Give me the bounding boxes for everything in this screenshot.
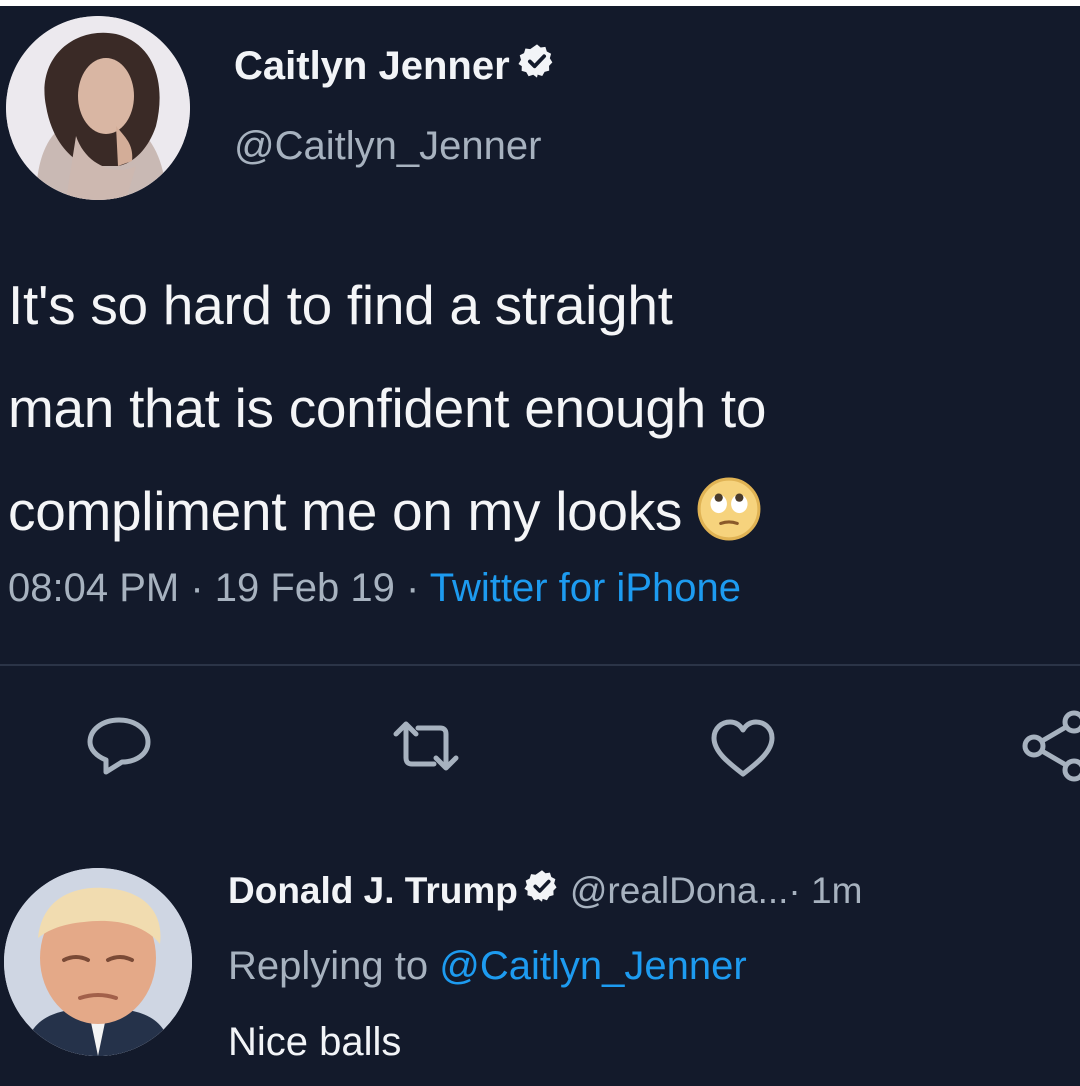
author-avatar[interactable]: [6, 16, 190, 200]
rolling-eyes-emoji-icon: [696, 472, 762, 575]
tweet-text-line: compliment me on my looks: [8, 460, 1080, 575]
reply-author-handle[interactable]: @realDona...: [570, 870, 789, 912]
verified-badge-icon: [518, 42, 556, 90]
tweet-date: 19 Feb 19: [214, 566, 395, 610]
tweet-text-line-content: compliment me on my looks: [8, 480, 683, 542]
replying-to-mention[interactable]: @Caitlyn_Jenner: [439, 944, 746, 988]
reply-author-name[interactable]: Donald J. Trump: [228, 870, 518, 912]
share-icon[interactable]: [1020, 710, 1080, 787]
tweet-text-line: man that is confident enough to: [8, 377, 767, 439]
author-name[interactable]: Caitlyn Jenner: [234, 42, 556, 90]
reply-header: Donald J. Trump @realDona... · 1m: [228, 868, 862, 913]
reply-icon[interactable]: [84, 714, 154, 781]
reply-text: Nice balls: [228, 1020, 402, 1064]
divider: [0, 664, 1080, 666]
tweet-meta: 08:04 PM · 19 Feb 19 · Twitter for iPhon…: [8, 566, 741, 611]
author-handle[interactable]: @Caitlyn_Jenner: [234, 124, 541, 169]
tweet-text-line: It's so hard to find a straight: [8, 274, 673, 336]
tweet-time: 08:04 PM: [8, 566, 180, 610]
author-name-text: Caitlyn Jenner: [234, 43, 510, 88]
retweet-icon[interactable]: [386, 720, 466, 777]
tweet-source-link[interactable]: Twitter for iPhone: [430, 566, 741, 610]
tweet-text: It's so hard to find a straight man that…: [8, 254, 1080, 575]
reply-author-avatar[interactable]: [4, 868, 192, 1056]
replying-to-prefix: Replying to: [228, 944, 440, 988]
like-icon[interactable]: [708, 716, 778, 785]
tweet-screen: Caitlyn Jenner @Caitlyn_Jenner It's so h…: [0, 6, 1080, 1086]
replying-to-line: Replying to @Caitlyn_Jenner: [228, 944, 747, 989]
meta-separator: ·: [394, 566, 430, 610]
reply-time: · 1m: [788, 869, 863, 911]
meta-separator: ·: [179, 566, 215, 610]
verified-badge-icon: [524, 868, 560, 913]
